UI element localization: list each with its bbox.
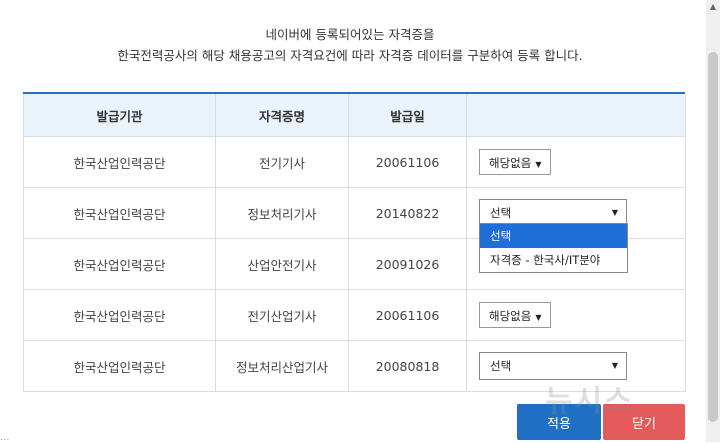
intro-text: 네이버에 등록되어있는 자격증을 한국전력공사의 해당 채용공고의 자격요건에 … (0, 24, 700, 66)
cell-cert-name: 산업안전기사 (215, 238, 349, 290)
category-dropdown-menu: 선택 자격증 - 한국사/IT분야 (479, 223, 628, 273)
cell-issuer: 한국산업인력공단 (23, 238, 216, 290)
cell-issue-date: 20080818 (348, 340, 467, 392)
dropdown-arrow-icon: ▼ (535, 313, 542, 322)
intro-line-1: 네이버에 등록되어있는 자격증을 (265, 27, 435, 42)
bottom-text-fragment: ... (0, 432, 10, 443)
category-select-value: 해당없음 (489, 156, 532, 170)
vertical-scrollbar[interactable]: ▲ (706, 0, 720, 442)
dropdown-arrow-icon: ▼ (535, 160, 542, 169)
category-select-value: 선택 (490, 359, 512, 373)
cell-issuer: 한국산업인력공단 (23, 187, 216, 239)
cell-issue-date: 20061106 (348, 136, 467, 188)
category-select-value: 해당없음 (489, 309, 532, 323)
cell-issue-date: 20140822 (348, 187, 467, 239)
table-header-row: 발급기관 자격증명 발급일 (23, 94, 686, 137)
cell-issuer: 한국산업인력공단 (23, 289, 216, 341)
cell-cert-name: 정보처리산업기사 (215, 340, 349, 392)
scrollbar-thumb[interactable] (708, 52, 718, 422)
cell-issuer: 한국산업인력공단 (23, 136, 216, 188)
cell-category: 해당없음 ▼ (466, 289, 686, 341)
dropdown-option-history-it[interactable]: 자격증 - 한국사/IT분야 (480, 248, 627, 272)
cell-cert-name: 전기산업기사 (215, 289, 349, 341)
header-issue-date: 발급일 (348, 94, 467, 137)
cell-cert-name: 전기기사 (215, 136, 349, 188)
header-category (466, 94, 686, 137)
header-cert-name: 자격증명 (215, 94, 349, 137)
category-select[interactable]: 해당없음 ▼ (479, 149, 552, 175)
table-row: 한국산업인력공단 전기산업기사 20061106 해당없음 ▼ (23, 289, 686, 341)
category-select[interactable]: 해당없음 ▼ (479, 302, 552, 328)
header-issuer: 발급기관 (23, 94, 216, 137)
cell-issuer: 한국산업인력공단 (23, 340, 216, 392)
cell-category: 해당없음 ▼ (466, 136, 686, 188)
cell-cert-name: 정보처리기사 (215, 187, 349, 239)
dropdown-option-select[interactable]: 선택 (480, 224, 627, 248)
category-select-value: 선택 (490, 206, 512, 220)
intro-line-2: 한국전력공사의 해당 채용공고의 자격요건에 따라 자격증 데이터를 구분하여 … (117, 48, 583, 63)
news-watermark: 뉴시스 (545, 384, 634, 419)
table-row: 한국산업인력공단 전기기사 20061106 해당없음 ▼ (23, 136, 686, 188)
cell-issue-date: 20061106 (348, 289, 467, 341)
cell-issue-date: 20091026 (348, 238, 467, 290)
scroll-up-icon[interactable]: ▲ (708, 2, 718, 12)
